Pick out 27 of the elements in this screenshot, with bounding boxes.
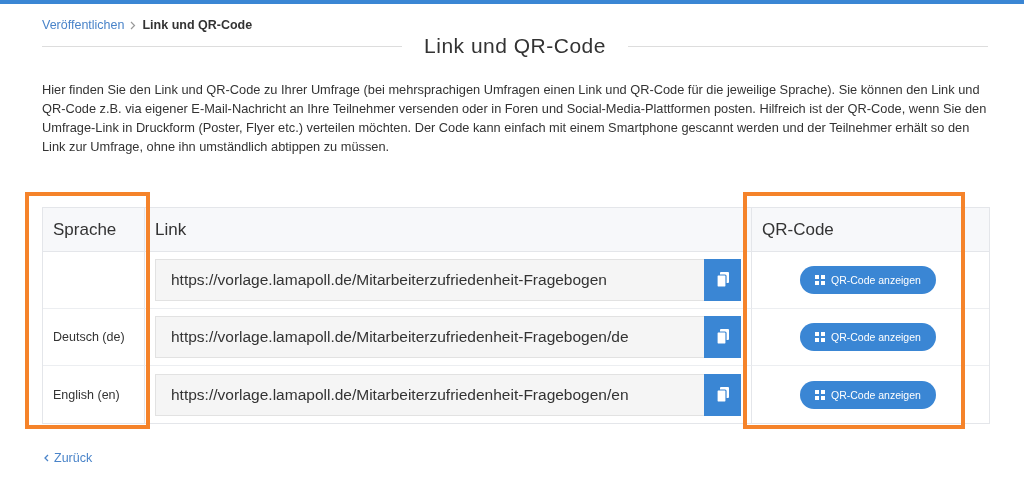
column-header: Sprache	[43, 208, 144, 252]
copy-button[interactable]	[704, 373, 741, 416]
language-label: English (en)	[53, 387, 120, 402]
column-header: Link	[144, 208, 751, 252]
intro-paragraph: Hier finden Sie den Link und QR-Code zu Ihrer Umfrage (bei mehrsprachigen Umfragen einen Link und QR-Code für die jeweilige Sprache). Sie können den Link und QR-Code z.B. via eigener E-Mail-Nachricht an Ihre Teilnehmer versenden oder in Foren und Social-Media-Plattformen posten. Hilfreich ist der QR-Code, wenn Sie den Umfrage-Link in Druckform (Poster, Flyer etc.) verteilen möchten. Der Code kann einfach mit einem Smartphone gescannt werden und der Teilnehmer erhält so den Link zur Umfrage, ohne ihn umständlich abtippen zu müssen.	[42, 81, 988, 156]
show-qr-button[interactable]: QR-Code anzeigen	[800, 266, 936, 294]
column-header: QR-Code	[751, 208, 989, 252]
breadcrumb-current: Link und QR-Code	[142, 18, 253, 32]
grid-icon	[815, 332, 825, 342]
link-field[interactable]: https://vorlage.lamapoll.de/Mitarbeiterzufriedenheit-Fragebogen	[155, 259, 741, 301]
grid-icon	[815, 275, 825, 285]
breadcrumb-link[interactable]: Veröffentlichen	[42, 18, 125, 32]
language-label: Deutsch (de)	[53, 330, 125, 344]
show-qr-button[interactable]: QR-Code anzeigen	[800, 323, 936, 351]
link-field[interactable]: https://vorlage.lamapoll.de/Mitarbeiterzufriedenheit-Fragebogen/de	[155, 316, 741, 358]
chevron-right-icon	[130, 20, 137, 30]
copy-icon	[715, 386, 730, 403]
copy-button[interactable]	[704, 316, 741, 358]
chevron-left-icon	[44, 454, 49, 462]
copy-button[interactable]	[704, 259, 741, 301]
copy-icon	[715, 272, 730, 288]
page-title: Link und QR-Code	[424, 34, 606, 58]
link-field[interactable]: https://vorlage.lamapoll.de/Mitarbeiterzufriedenheit-Fragebogen/en	[155, 373, 741, 416]
back-link[interactable]: Zurück	[44, 451, 93, 465]
copy-icon	[715, 329, 730, 345]
show-qr-button[interactable]: QR-Code anzeigen	[800, 380, 936, 409]
grid-icon	[815, 389, 825, 400]
